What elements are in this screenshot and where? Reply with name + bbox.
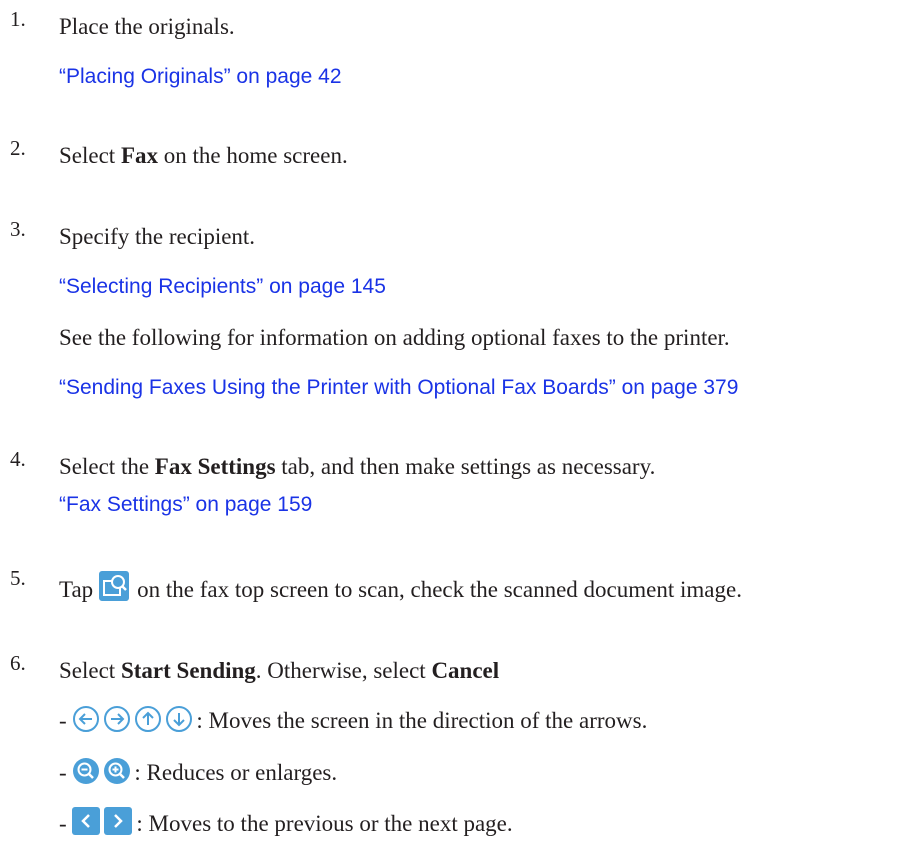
link-placing-originals[interactable]: “Placing Originals” on page 42 (59, 62, 342, 92)
step-text: Select Start Sending. Otherwise, select … (59, 658, 500, 683)
step-text: Select the Fax Settings tab, and then ma… (59, 454, 656, 479)
step-text: Place the originals. (59, 14, 235, 39)
bullet-pages: - : Moves to the previous or the next pa… (59, 807, 513, 839)
arrow-down-circle-icon[interactable] (165, 705, 193, 733)
step-number: 5. (10, 566, 26, 590)
zoom-in-icon[interactable] (103, 757, 131, 785)
next-page-icon[interactable] (104, 807, 133, 835)
link-fax-settings[interactable]: “Fax Settings” on page 159 (59, 490, 312, 520)
step-number: 3. (10, 217, 26, 241)
bullet-zoom: - : Reduces or enlarges. (59, 757, 337, 788)
arrow-right-circle-icon[interactable] (103, 705, 131, 733)
step-number: 1. (10, 7, 26, 31)
step-text: Tap on the fax top screen to scan, check … (59, 571, 742, 605)
step-note: See the following for information on add… (59, 325, 730, 350)
document-page: 1. Place the originals. “Placing Origina… (0, 0, 901, 844)
step-text: Select Fax on the home screen. (59, 143, 348, 168)
link-selecting-recipients[interactable]: “Selecting Recipients” on page 145 (59, 272, 386, 302)
step-number: 4. (10, 447, 26, 471)
preview-icon[interactable] (99, 571, 130, 601)
step-number: 6. (10, 651, 26, 675)
previous-page-icon[interactable] (72, 807, 101, 835)
bullet-arrows: - : Moves the screen in the direction of… (59, 705, 647, 736)
arrow-up-circle-icon[interactable] (134, 705, 162, 733)
link-optional-fax-boards[interactable]: “Sending Faxes Using the Printer with Op… (59, 373, 738, 403)
arrow-left-circle-icon[interactable] (72, 705, 100, 733)
zoom-out-icon[interactable] (72, 757, 100, 785)
step-number: 2. (10, 136, 26, 160)
step-text: Specify the recipient. (59, 224, 256, 249)
